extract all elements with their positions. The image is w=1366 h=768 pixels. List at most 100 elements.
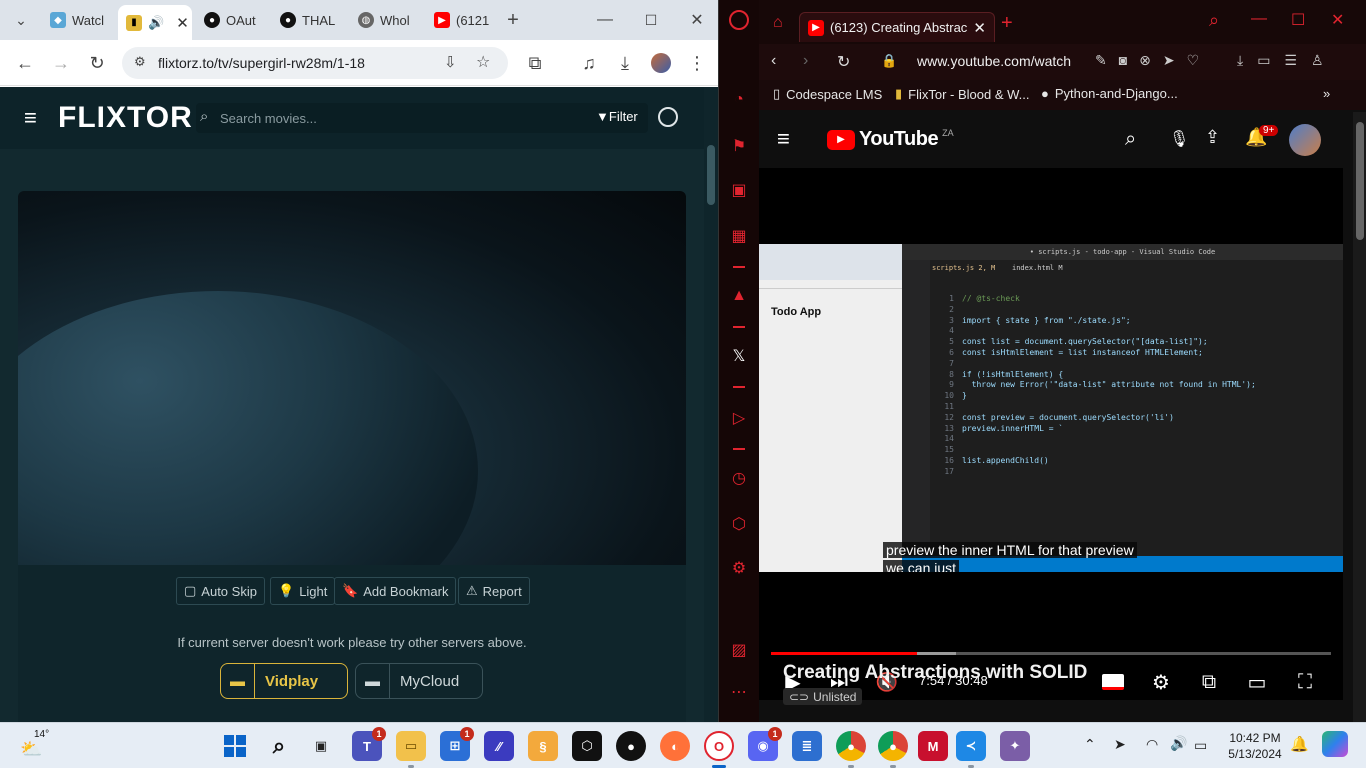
bookmark-flixtor[interactable]: ▮ FlixTor - Blood & W... — [895, 86, 1030, 102]
wifi-icon[interactable]: ◠ — [1146, 736, 1158, 753]
chrome-profile-icon[interactable]: ● — [878, 731, 908, 761]
close-tab-icon[interactable]: ✕ — [973, 19, 986, 37]
scripts-app-icon[interactable]: § — [528, 731, 558, 761]
reload-button[interactable]: ↻ — [837, 52, 850, 72]
tab-youtube-active[interactable]: ▶ (6123) Creating Abstraction ✕ — [799, 12, 995, 42]
user-account-icon[interactable] — [658, 107, 678, 127]
volume-icon[interactable]: 🔊 — [1170, 735, 1187, 752]
fullscreen-button[interactable]: ⛶ — [1289, 666, 1321, 698]
new-tab-button[interactable]: + — [498, 5, 528, 35]
gx-controller-icon[interactable]: ⌂ — [773, 14, 783, 32]
close-window-button[interactable]: ✕ — [1331, 10, 1344, 30]
toolbar-actions-icons[interactable]: ⤓▭☰♙ — [1237, 52, 1338, 69]
search-input[interactable]: ⌕ Search movies... ▼Filter — [196, 103, 648, 133]
theater-mode-button[interactable]: ▭ — [1241, 666, 1273, 698]
history-icon[interactable]: ◷ — [727, 466, 751, 490]
discord-icon[interactable]: ◉ 1 — [748, 727, 782, 761]
weather-widget[interactable]: ⛅ 14° — [20, 729, 50, 759]
copilot-icon[interactable] — [1322, 731, 1348, 757]
filter-button[interactable]: ▼Filter — [596, 109, 638, 124]
opera-logo-icon[interactable] — [729, 10, 749, 30]
player-icon[interactable]: ▷ — [727, 406, 751, 430]
vscode-icon[interactable]: ≺ — [956, 731, 986, 761]
scrollbar-thumb[interactable] — [707, 145, 715, 205]
hamburger-menu-icon[interactable]: ≡ — [24, 105, 37, 131]
chrome-menu-icon[interactable]: ⋮ — [682, 48, 712, 78]
video-player[interactable] — [18, 191, 686, 565]
download-icon[interactable]: ⤓ — [610, 48, 640, 78]
maximize-button[interactable]: ☐ — [636, 5, 666, 35]
back-button[interactable]: ← — [10, 48, 40, 78]
settings-gear-icon[interactable]: ⚙ — [1145, 666, 1177, 698]
settings-gear-icon[interactable]: ⚙ — [727, 556, 751, 580]
bookmark-codespace[interactable]: ▯ Codespace LMS — [773, 86, 882, 102]
github-desktop-icon[interactable]: ● — [616, 731, 646, 761]
search-icon[interactable]: ⌕ — [264, 731, 294, 761]
voice-search-icon[interactable]: 🎙 — [1169, 129, 1189, 149]
copilot-app-icon[interactable]: ✦ — [1000, 731, 1030, 761]
tab-watch[interactable]: ◆ Watcl — [42, 5, 116, 35]
auto-skip-button[interactable]: ▢ Auto Skip — [176, 577, 265, 605]
mcafee-icon[interactable]: M — [918, 731, 948, 761]
install-app-icon[interactable]: ⇩ — [444, 53, 457, 71]
flixtor-logo[interactable]: FLIXTOR — [58, 101, 193, 135]
search-tabs-icon[interactable]: ⌕ — [1209, 10, 1219, 31]
visual-studio-icon[interactable]: ∕∕ — [484, 731, 514, 761]
extensions-icon[interactable]: ⧉ — [520, 48, 550, 78]
scrollbar-thumb[interactable] — [1356, 122, 1364, 240]
close-window-button[interactable]: ✕ — [682, 5, 712, 35]
page-scrollbar[interactable] — [704, 87, 718, 722]
show-hidden-icons[interactable]: ⌃ — [1084, 736, 1096, 753]
notifications-bell-icon[interactable]: 🔔 — [1290, 735, 1309, 753]
notifications-bell-icon[interactable]: 🔔 9+ — [1245, 125, 1279, 148]
x-twitter-icon[interactable]: 𝕏 — [727, 344, 751, 368]
gx-corner-icon[interactable]: ⚑ — [727, 134, 751, 158]
firefox-icon[interactable]: ◐ — [660, 731, 690, 761]
bookmark-python-django[interactable]: ● Python-and-Django... — [1041, 86, 1178, 101]
tab-thal[interactable]: ● THAL — [272, 5, 344, 35]
media-control-icon[interactable]: ♫ — [574, 48, 604, 78]
close-tab-icon[interactable]: ✕ — [176, 14, 189, 32]
system-clock[interactable]: 10:42 PM 5/13/2024 — [1222, 730, 1288, 762]
gx-control-icon[interactable]: ▦ — [727, 224, 751, 248]
location-icon[interactable]: ➤ — [1114, 736, 1126, 753]
tab-oauth[interactable]: ● OAut — [196, 5, 268, 35]
teams-icon[interactable]: T1 — [352, 727, 386, 761]
site-info-icon[interactable]: ⚙ — [134, 54, 146, 70]
progress-bar[interactable] — [771, 652, 1331, 655]
extensions-cube-icon[interactable]: ⬡ — [727, 512, 751, 536]
more-bookmarks-icon[interactable]: » — [1323, 86, 1330, 101]
create-upload-icon[interactable]: ⇪ — [1205, 127, 1220, 148]
twitch-icon[interactable]: ▣ — [727, 178, 751, 202]
avatar[interactable] — [1289, 124, 1321, 156]
pinboard-icon[interactable]: ▨ — [727, 638, 751, 662]
light-button[interactable]: 💡 Light — [270, 577, 336, 605]
reload-button[interactable]: ↻ — [82, 48, 112, 78]
audio-playing-icon[interactable]: 🔊 — [148, 15, 164, 31]
address-bar[interactable]: ⚙ flixtorz.to/tv/supergirl-rw28m/1-18 ⇩ … — [122, 47, 508, 79]
video-player[interactable]: Todo App • scripts.js - todo-app - Visua… — [759, 168, 1343, 700]
forward-button[interactable]: › — [803, 52, 808, 70]
new-tab-button[interactable]: + — [1001, 12, 1013, 35]
minimize-button[interactable]: — — [590, 5, 620, 35]
forward-button[interactable]: → — [46, 48, 76, 78]
page-scrollbar[interactable] — [1353, 112, 1366, 722]
speed-dial-icon[interactable]: ◔ — [727, 88, 751, 112]
tab-whol[interactable]: ◍ Whol — [350, 5, 422, 35]
search-icon[interactable]: ⌕ — [1125, 128, 1136, 151]
start-button[interactable] — [220, 731, 250, 761]
figma-icon[interactable]: ⬡ — [572, 731, 602, 761]
chrome-icon[interactable]: ● — [836, 731, 866, 761]
server-vidplay-button[interactable]: ▬ Vidplay — [220, 663, 348, 699]
tab-youtube[interactable]: ▶ (6121 — [426, 5, 498, 35]
back-button[interactable]: ‹ — [771, 52, 776, 70]
guide-menu-icon[interactable]: ≡ — [777, 126, 790, 152]
tab-flixtor-active[interactable]: ▮ 🔊 ✕ — [118, 5, 192, 40]
microsoft-store-icon[interactable]: ⊞ 1 — [440, 727, 474, 761]
battery-icon[interactable]: ▭ — [1194, 737, 1207, 754]
minimize-button[interactable]: — — [1251, 10, 1267, 28]
subtitles-button[interactable] — [1097, 666, 1129, 698]
miniplayer-button[interactable]: ⧉ — [1193, 666, 1225, 698]
address-actions-icons[interactable]: ✎◙⊗➤♡ — [1095, 52, 1211, 69]
address-bar[interactable]: www.youtube.com/watch — [917, 53, 1071, 69]
